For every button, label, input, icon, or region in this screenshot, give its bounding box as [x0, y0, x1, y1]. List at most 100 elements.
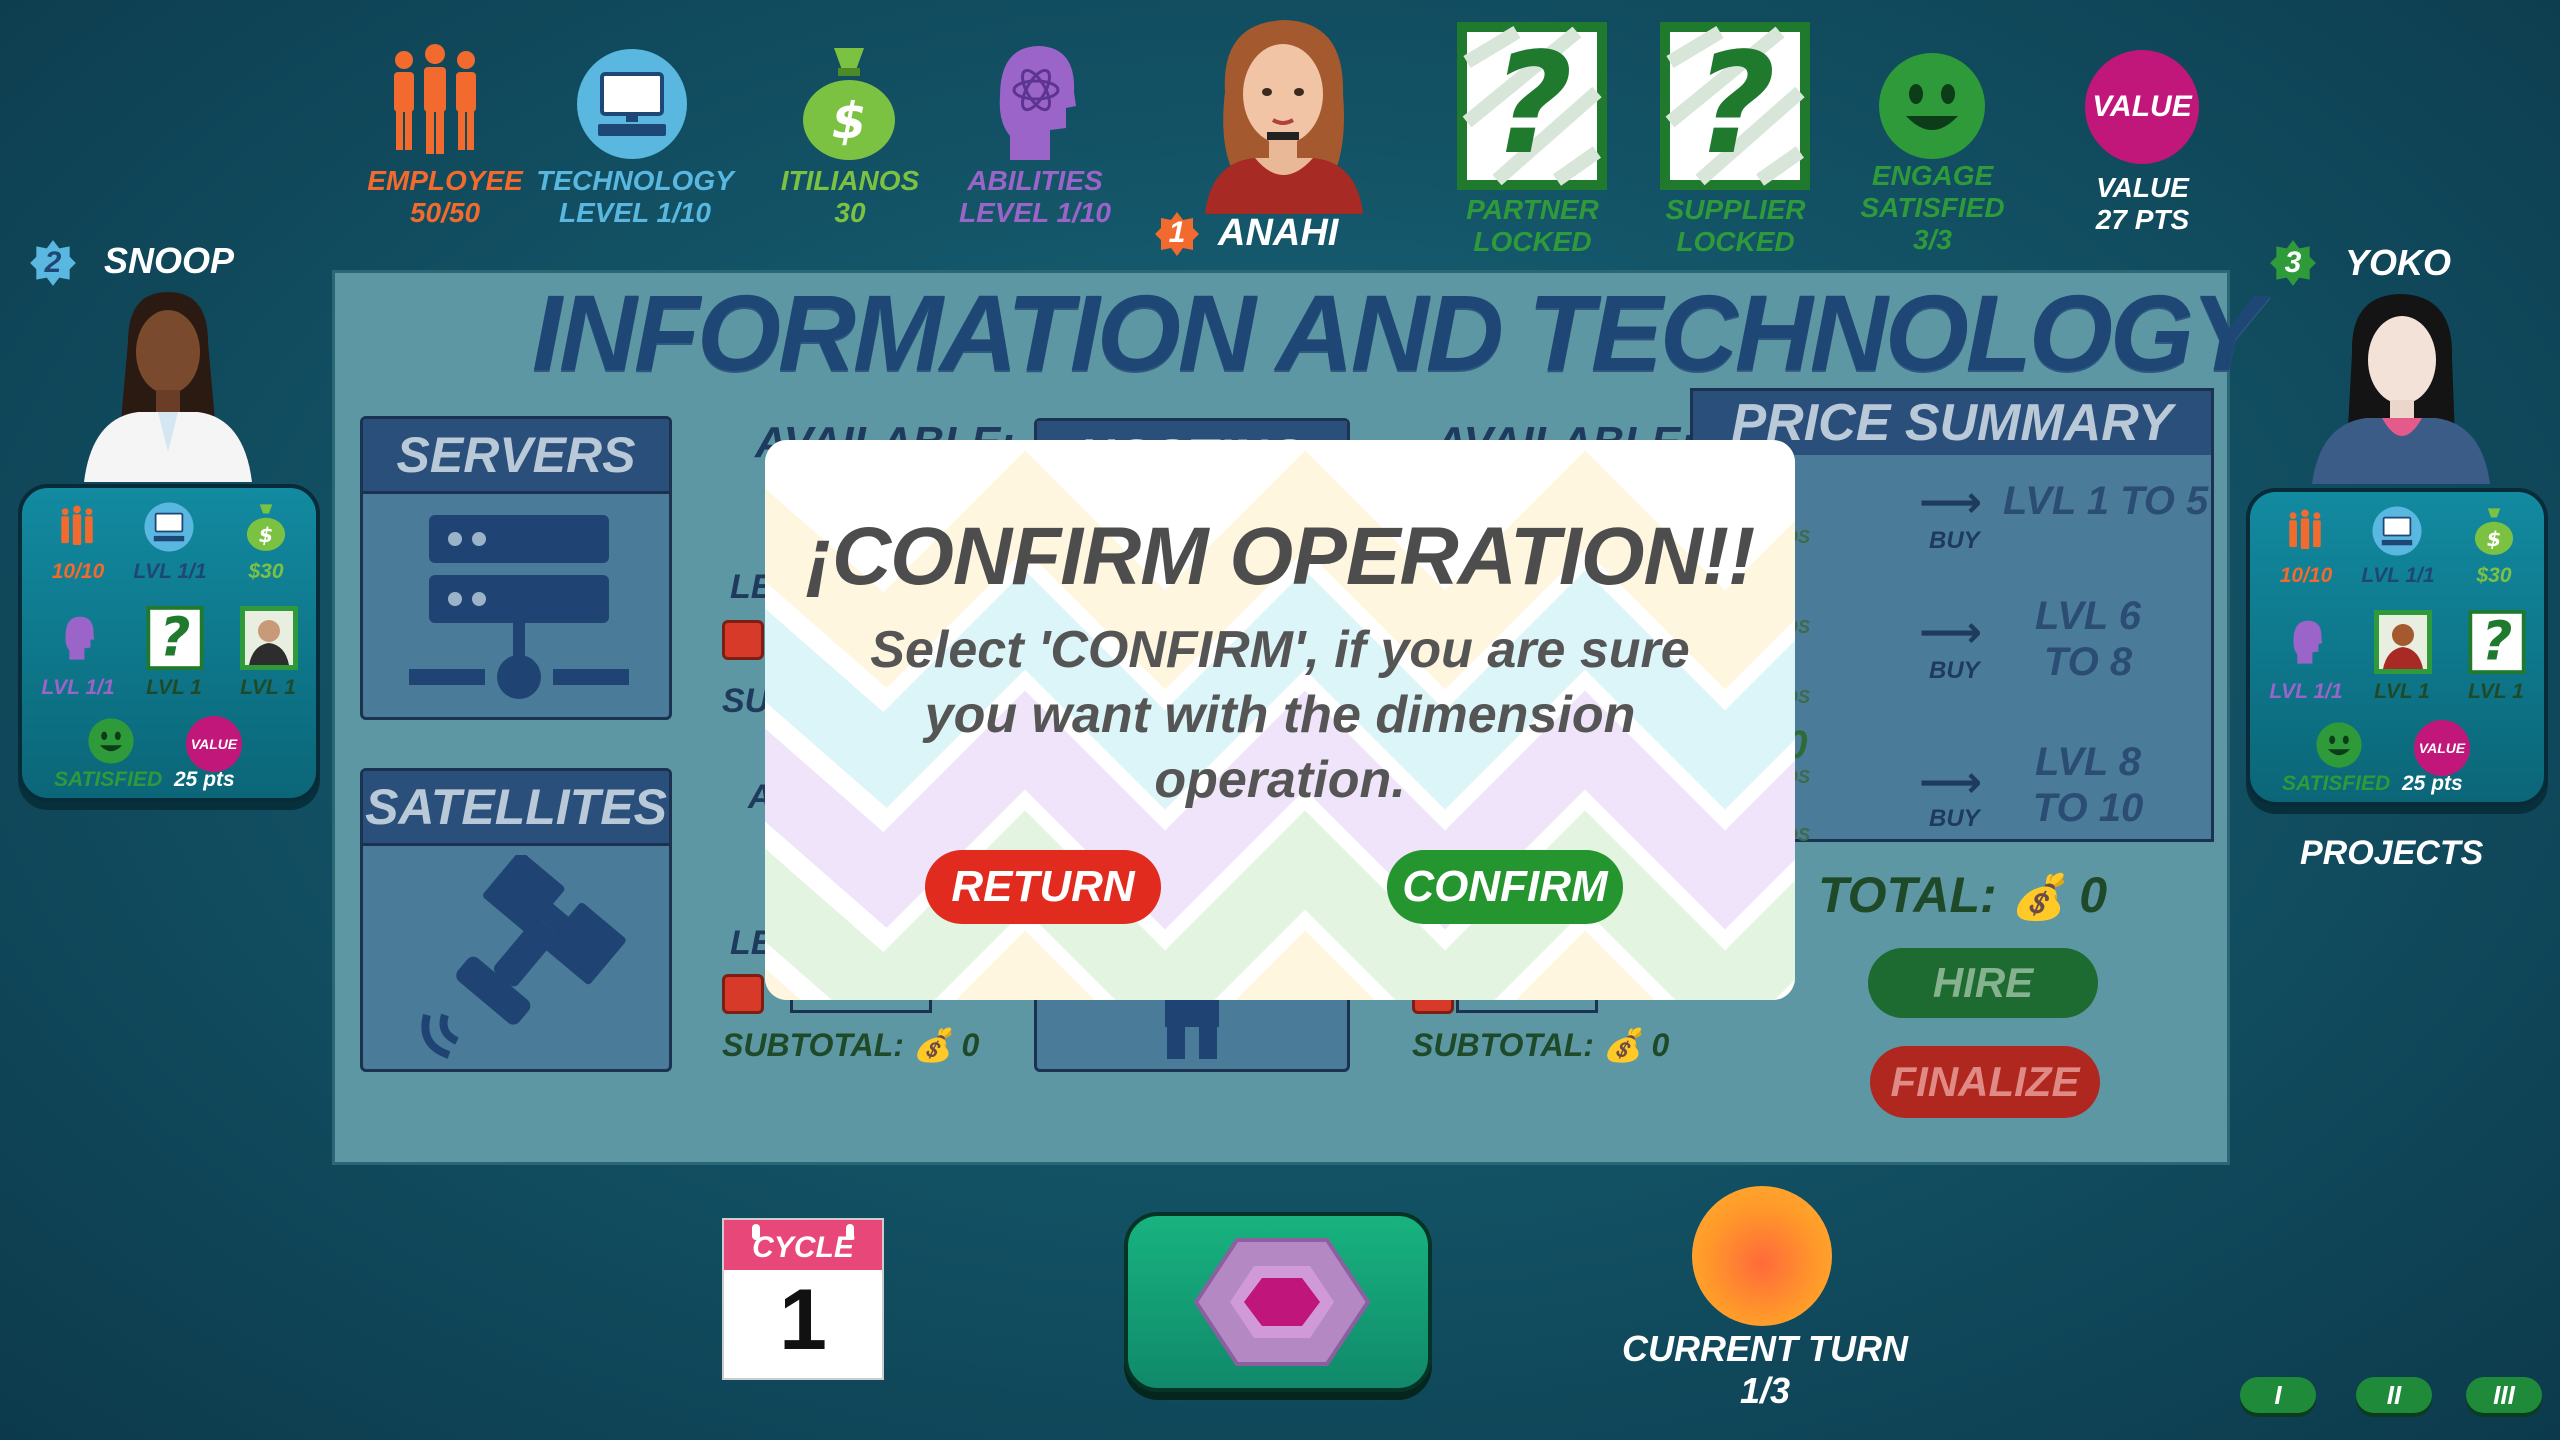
left-employee-value: 10/10: [51, 560, 105, 583]
partner-label: PARTNER: [1466, 194, 1599, 225]
employee-icon: [380, 40, 490, 160]
left-supplier-value: LVL 1: [240, 676, 296, 699]
calendar-ring-right: [846, 1224, 854, 1240]
abilities-label: ABILITIES: [967, 165, 1103, 196]
confirm-button[interactable]: CONFIRM: [1387, 850, 1623, 924]
subtotal-partial: SU: [722, 682, 770, 720]
total-label: TOTAL:: [1818, 867, 1997, 923]
confirm-dialog: ¡CONFIRM OPERATION!! Select 'CONFIRM', i…: [765, 440, 1795, 1000]
hire-button[interactable]: HIRE: [1868, 948, 2098, 1018]
supplier-question-icon[interactable]: ?: [1660, 22, 1810, 190]
left-player-badge: 2: [28, 238, 78, 288]
abilities-stat: ABILITIES LEVEL 1/10: [945, 165, 1125, 229]
supplier-label: SUPPLIER: [1665, 194, 1806, 225]
cycle-number: 1: [779, 1272, 827, 1368]
engage-count: 3/3: [1913, 224, 1952, 255]
subtotal-1-money-icon: 💰: [912, 1027, 953, 1063]
partner-question-icon[interactable]: ?: [1457, 22, 1607, 190]
value-badge: VALUE: [2085, 50, 2199, 164]
category-satellites-label: SATELLITES: [363, 771, 669, 846]
itilianos-stat: ITILIANOS 30: [765, 165, 935, 229]
svg-text:$: $: [832, 92, 867, 150]
calendar-ring-left: [752, 1224, 760, 1240]
category-servers[interactable]: SERVERS: [360, 416, 672, 720]
technology-value: LEVEL 1/10: [558, 197, 711, 228]
left-status: SATISFIED: [54, 768, 163, 791]
right-value-badge: VALUE: [2414, 720, 2470, 776]
category-servers-label: SERVERS: [363, 419, 669, 494]
minus-button-2[interactable]: [722, 974, 764, 1014]
right-money-icon: $: [2474, 508, 2514, 555]
projects-button[interactable]: PROJECTS: [2300, 834, 2483, 873]
right-points: 25 pts: [2402, 772, 2463, 795]
price-row-2-action: BUY: [1929, 657, 1980, 684]
hire-label: HIRE: [1932, 959, 2034, 1006]
current-player-badge: 1: [1153, 210, 1201, 258]
current-turn-value: 1/3: [1739, 1370, 1791, 1411]
subtotal-2-value: 0: [1651, 1027, 1670, 1063]
price-row-1-action: BUY: [1929, 527, 1980, 554]
confirm-label: CONFIRM: [1402, 862, 1608, 911]
total-row: TOTAL: 💰 0: [1818, 866, 2107, 924]
svg-text:$: $: [259, 523, 273, 547]
right-tech-value: LVL 1/1: [2361, 564, 2435, 587]
money-bag-icon: $: [796, 38, 902, 162]
finalize-button[interactable]: FINALIZE: [1870, 1046, 2100, 1118]
left-tech-value: LVL 1/1: [133, 560, 207, 583]
price-row-2-range: LVL 6 TO 8: [2035, 594, 2141, 684]
center-action-button[interactable]: [1124, 1212, 1432, 1392]
itilianos-label: ITILIANOS: [780, 165, 920, 196]
left-smiley-icon: [88, 718, 134, 764]
left-money-icon: $: [246, 504, 286, 551]
finalize-label: FINALIZE: [1890, 1058, 2080, 1105]
cycle-header: CYCLE: [724, 1220, 882, 1270]
svg-text:?: ?: [1491, 23, 1572, 186]
price-row-3-range: LVL 8 TO 10: [2032, 740, 2144, 830]
category-satellites[interactable]: SATELLITES: [360, 768, 672, 1072]
cycle-calendar: CYCLE 1: [722, 1218, 884, 1380]
value-points: 27 PTS: [2095, 204, 2190, 235]
value-label: VALUE: [2096, 172, 2189, 203]
current-player-avatar: [1185, 12, 1381, 214]
right-supplier-question-icon: ?: [2468, 610, 2526, 674]
hexagon-icon: [1193, 1238, 1371, 1366]
subtotal-2-label: SUBTOTAL:: [1412, 1027, 1594, 1063]
price-row-3-arrow: ⟶: [1919, 758, 1983, 807]
right-supplier-value: LVL 1: [2468, 680, 2524, 703]
left-partner-question-icon: ?: [146, 606, 204, 670]
price-row-1-arrow: ⟶: [1919, 478, 1983, 527]
dialog-body: Select 'CONFIRM', if you are sure you wa…: [870, 621, 1690, 809]
right-employee-value: 10/10: [2279, 564, 2333, 587]
left-player-card: 10/10 LVL 1/1 $ $30 LVL 1/1 ? LVL 1 LVL …: [18, 484, 320, 802]
right-employee-icon: [2289, 509, 2321, 550]
employee-stat: EMPLOYEE 50/50: [365, 165, 525, 229]
subtotal-1-value: 0: [961, 1027, 980, 1063]
partner-stat: PARTNER LOCKED: [1445, 194, 1620, 258]
right-money-value: $30: [2476, 564, 2512, 587]
supplier-stat: SUPPLIER LOCKED: [1648, 194, 1823, 258]
employee-label: EMPLOYEE: [367, 165, 523, 196]
nav-button-2[interactable]: II: [2356, 1377, 2432, 1413]
right-smiley-icon: [2316, 722, 2362, 768]
satellite-icon: [421, 855, 626, 1059]
nav-button-3[interactable]: III: [2466, 1377, 2542, 1413]
subtotal-2: SUBTOTAL: 💰 0: [1412, 1026, 1669, 1064]
current-player-name: ANAHI: [1218, 212, 1339, 254]
page-title: INFORMATION AND TECHNOLOGY: [532, 272, 2263, 393]
technology-label: TECHNOLOGY: [536, 165, 734, 196]
price-row-2-arrow: ⟶: [1919, 608, 1983, 657]
cycle-label: CYCLE: [752, 1231, 854, 1264]
return-label: RETURN: [951, 862, 1135, 911]
return-button[interactable]: RETURN: [925, 850, 1161, 924]
svg-text:?: ?: [160, 606, 191, 669]
head-atom-icon: [980, 36, 1086, 164]
subtotal-1: SUBTOTAL: 💰 0: [722, 1026, 979, 1064]
total-value: 0: [2079, 867, 2108, 923]
engage-value: SATISFIED: [1860, 192, 2005, 223]
minus-button-1[interactable]: [722, 620, 764, 660]
nav-button-1[interactable]: I: [2240, 1377, 2316, 1413]
computer-icon: [576, 48, 688, 160]
turn-indicator-orb: [1692, 1186, 1832, 1326]
right-player-number: 3: [2284, 246, 2302, 279]
abilities-value: LEVEL 1/10: [958, 197, 1111, 228]
